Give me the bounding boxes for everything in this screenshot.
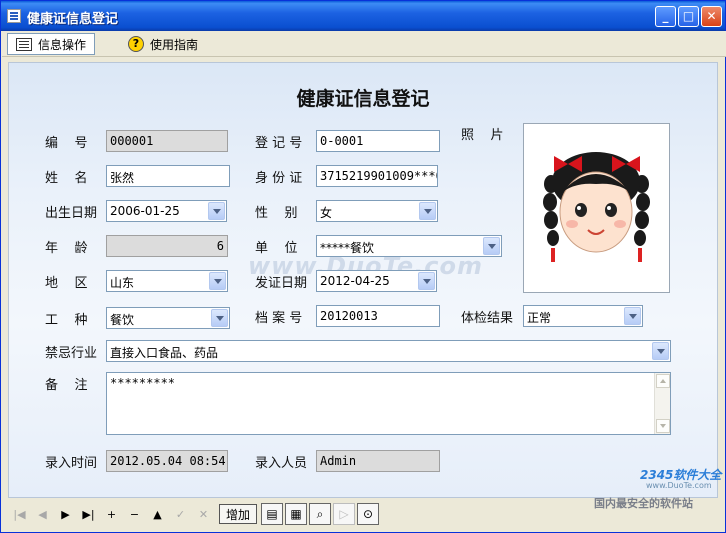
- remark-textarea[interactable]: *********: [106, 372, 671, 435]
- label-name: 姓 名: [45, 171, 88, 186]
- region-select[interactable]: 山东: [106, 270, 228, 292]
- tab-info-operation[interactable]: 信息操作: [7, 33, 96, 55]
- label-entry-time: 录入时间: [45, 456, 98, 471]
- gender-value: 女: [320, 206, 333, 220]
- issue-date-value: 2012-04-25: [320, 274, 390, 288]
- chevron-down-icon[interactable]: [208, 202, 225, 220]
- chevron-down-icon[interactable]: [418, 272, 435, 290]
- label-age: 年 龄: [45, 241, 88, 256]
- zoom-icon[interactable]: ⊙: [357, 503, 380, 525]
- number-field: 000001: [106, 130, 228, 152]
- employer-value: *****餐饮: [320, 241, 375, 255]
- remark-value: *********: [110, 376, 176, 390]
- toolbar-tabs: 信息操作 ? 使用指南: [2, 31, 726, 57]
- reg-no-field[interactable]: 0-0001: [316, 130, 440, 152]
- tab-info-operation-label: 信息操作: [38, 37, 87, 52]
- brand-slogan: 国内最安全的软件站: [594, 497, 693, 510]
- close-button[interactable]: ✕: [701, 6, 722, 27]
- label-file-no: 档 案 号: [255, 311, 303, 326]
- delete-record-button[interactable]: −: [123, 503, 146, 525]
- label-id-card: 身 份 证: [255, 171, 303, 186]
- portrait-image: [543, 152, 650, 262]
- exam-result-value: 正常: [527, 311, 552, 325]
- label-photo: 照 片: [461, 128, 504, 143]
- cancel-record-button[interactable]: ✕: [192, 503, 215, 525]
- chevron-down-icon[interactable]: [211, 309, 228, 327]
- window-title: 健康证信息登记: [27, 12, 119, 27]
- entry-time-field: 2012.05.04 08:54: [106, 450, 228, 472]
- file-no-field[interactable]: 20120013: [316, 305, 440, 327]
- exam-result-select[interactable]: 正常: [523, 305, 643, 327]
- prev-record-button[interactable]: ◀: [31, 503, 54, 525]
- maximize-button[interactable]: □: [678, 6, 699, 27]
- label-job-type: 工 种: [45, 313, 88, 328]
- label-exam-result: 体检结果: [461, 311, 514, 326]
- label-reg-no: 登 记 号: [255, 136, 303, 151]
- label-birth-date: 出生日期: [45, 206, 98, 221]
- scroll-up-icon[interactable]: [656, 374, 670, 388]
- label-entry-user: 录入人员: [255, 456, 308, 471]
- insert-record-button[interactable]: +: [100, 503, 123, 525]
- label-forbidden-industry: 禁忌行业: [45, 346, 98, 361]
- chevron-down-icon[interactable]: [419, 202, 436, 220]
- id-card-field[interactable]: 3715219901009***0: [316, 165, 438, 187]
- age-field: 6: [106, 235, 228, 257]
- label-remark: 备 注: [45, 378, 88, 393]
- birth-date-value: 2006-01-25: [110, 204, 180, 218]
- list-icon: [16, 37, 32, 51]
- play-icon[interactable]: ▷: [333, 503, 356, 525]
- first-record-button[interactable]: |◀: [8, 503, 31, 525]
- form-title: 健康证信息登记: [296, 88, 430, 110]
- photo-box[interactable]: [523, 123, 670, 293]
- label-number: 编 号: [45, 136, 88, 151]
- label-employer: 单 位: [255, 241, 298, 256]
- forbidden-industry-value: 直接入口食品、药品: [110, 346, 219, 360]
- name-field[interactable]: 张然: [106, 165, 230, 187]
- record-navigator: |◀ ◀ ▶ ▶| + − ▲ ✓ ✕ 增加 ▤ ▦ ⌕ ▷ ⊙: [8, 501, 428, 527]
- label-gender: 性 别: [255, 206, 298, 221]
- tab-user-guide[interactable]: ? 使用指南: [120, 33, 206, 55]
- edit-record-button[interactable]: ▲: [146, 503, 169, 525]
- help-icon: ?: [128, 36, 144, 52]
- chevron-down-icon[interactable]: [483, 237, 500, 255]
- region-value: 山东: [110, 276, 135, 290]
- search-icon[interactable]: ⌕: [309, 503, 332, 525]
- forbidden-industry-select[interactable]: 直接入口食品、药品: [106, 340, 671, 362]
- print-preview-icon[interactable]: ▦: [285, 503, 308, 525]
- gender-select[interactable]: 女: [316, 200, 438, 222]
- add-button[interactable]: 增加: [219, 504, 258, 524]
- tab-user-guide-label: 使用指南: [150, 37, 199, 52]
- birth-date-picker[interactable]: 2006-01-25: [106, 200, 227, 222]
- remark-scrollbar[interactable]: [654, 373, 670, 434]
- chevron-down-icon[interactable]: [209, 272, 226, 290]
- chevron-down-icon[interactable]: [652, 342, 669, 360]
- job-type-value: 餐饮: [110, 313, 135, 327]
- scroll-down-icon[interactable]: [656, 419, 670, 433]
- label-issue-date: 发证日期: [255, 276, 308, 291]
- app-icon: [7, 9, 21, 23]
- print-icon[interactable]: ▤: [261, 503, 284, 525]
- last-record-button[interactable]: ▶|: [77, 503, 100, 525]
- issue-date-picker[interactable]: 2012-04-25: [316, 270, 437, 292]
- next-record-button[interactable]: ▶: [54, 503, 77, 525]
- post-record-button[interactable]: ✓: [169, 503, 192, 525]
- job-type-select[interactable]: 餐饮: [106, 307, 230, 329]
- employer-select[interactable]: *****餐饮: [316, 235, 502, 257]
- minimize-button[interactable]: _: [655, 6, 676, 27]
- brand-url: www.DuoTe.com: [646, 481, 712, 490]
- title-bar[interactable]: 健康证信息登记 _ □ ✕: [1, 1, 725, 31]
- label-region: 地 区: [45, 276, 88, 291]
- chevron-down-icon[interactable]: [624, 307, 641, 325]
- entry-user-field: Admin: [316, 450, 440, 472]
